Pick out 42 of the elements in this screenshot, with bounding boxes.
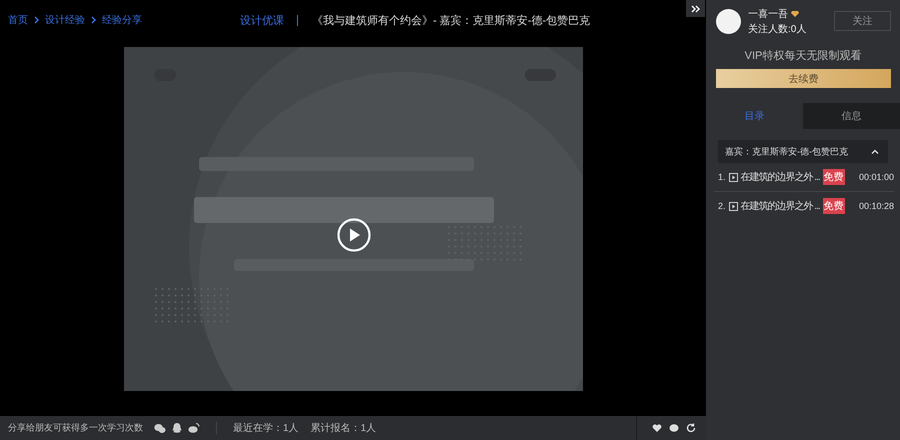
free-badge: 免费 bbox=[822, 169, 845, 185]
lesson-number: 2. bbox=[718, 201, 726, 211]
tab[interactable]: 信息 bbox=[803, 103, 900, 129]
vip-text: VIP特权每天无限制观看 bbox=[744, 49, 862, 63]
breadcrumb-link[interactable]: 设计经验 bbox=[45, 13, 85, 27]
chevron-right-icon bbox=[90, 16, 97, 24]
breadcrumb-link[interactable]: 首页 bbox=[8, 13, 28, 27]
course-title: 《我与建筑师有个约会》- 嘉宾：克里斯蒂安-德-包赞巴克 bbox=[312, 14, 590, 28]
renew-button[interactable]: 去续费 bbox=[716, 69, 891, 88]
avatar bbox=[716, 8, 741, 34]
comment-icon[interactable] bbox=[669, 423, 679, 433]
lesson-row[interactable]: 1. 在建筑的边界之外 ... 免费 00:01:00 bbox=[714, 163, 894, 192]
chapter-title: 嘉宾：克里斯蒂安-德-包赞巴克 bbox=[725, 146, 848, 158]
caret-up-icon bbox=[871, 148, 879, 154]
play-icon bbox=[336, 218, 370, 252]
refresh-icon[interactable] bbox=[686, 423, 696, 433]
lesson-title: 在建筑的边界之外 ... bbox=[740, 200, 820, 213]
lesson-duration: 00:01:00 bbox=[858, 172, 894, 182]
collapse-button[interactable] bbox=[686, 0, 705, 17]
chat-bubbles-icon bbox=[154, 423, 166, 433]
play-button[interactable] bbox=[336, 217, 372, 253]
breadcrumb-link[interactable]: 经验分享 bbox=[102, 13, 142, 27]
lesson-number: 1. bbox=[718, 172, 726, 182]
category-link[interactable]: 设计优课 bbox=[240, 12, 284, 28]
stat-text: 最近在学：1人 bbox=[233, 422, 299, 435]
double-chevron-icon bbox=[690, 4, 700, 12]
chevron-right-icon bbox=[33, 16, 40, 24]
share-text: 分享给朋友可获得多一次学习次数 bbox=[8, 422, 143, 434]
author-name: 一喜一吾 bbox=[748, 8, 788, 20]
penguin-icon bbox=[172, 423, 182, 433]
lesson-row[interactable]: 2. 在建筑的边界之外 ... 免费 00:10:28 bbox=[714, 192, 894, 220]
video-icon bbox=[728, 202, 738, 210]
lesson-duration: 00:10:28 bbox=[858, 201, 894, 211]
follow-button[interactable]: 关注 bbox=[834, 11, 891, 31]
heart-icon[interactable] bbox=[652, 423, 662, 433]
follower-count: 关注人数:0人 bbox=[748, 22, 806, 36]
stat-text: 累计报名：1人 bbox=[310, 422, 376, 435]
diamond-icon bbox=[791, 10, 799, 17]
free-badge: 免费 bbox=[822, 198, 845, 214]
video-icon bbox=[728, 172, 738, 182]
lesson-title: 在建筑的边界之外 ... bbox=[740, 170, 820, 184]
chapter-header[interactable]: 嘉宾：克里斯蒂安-德-包赞巴克 bbox=[718, 140, 888, 163]
